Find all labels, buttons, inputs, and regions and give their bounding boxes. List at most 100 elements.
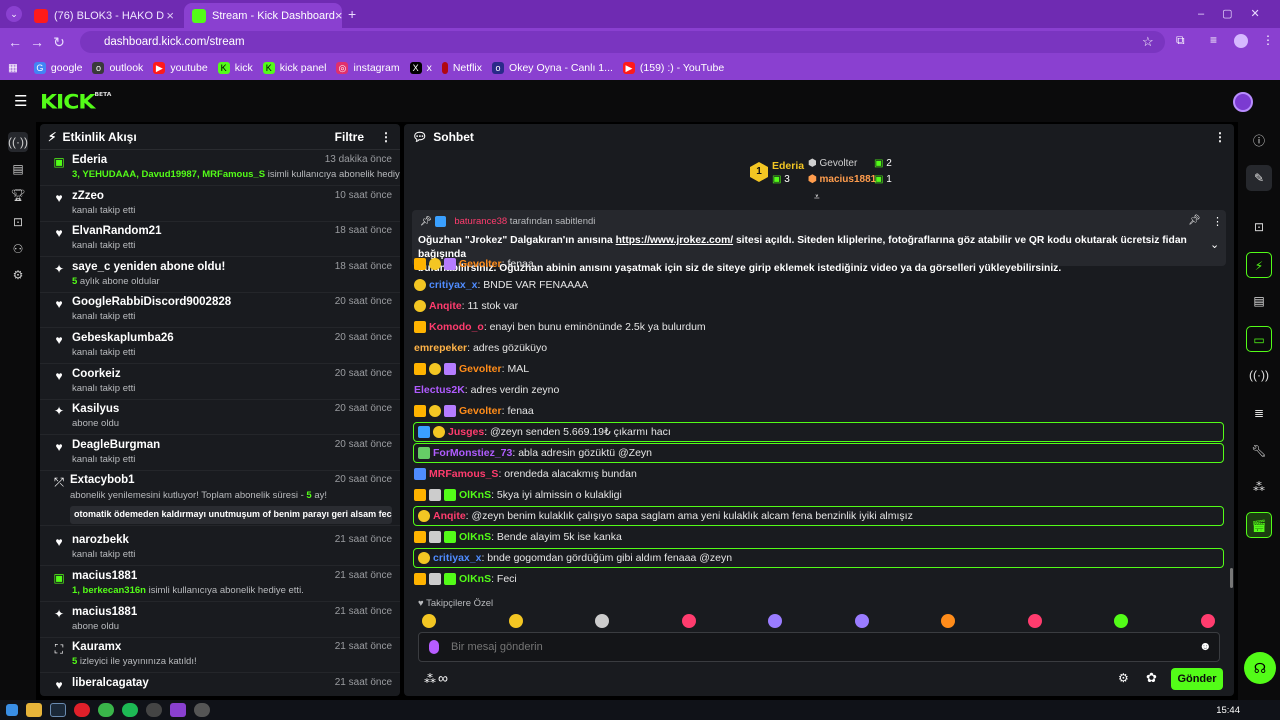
chat-toggle-icon[interactable]: ▭	[1246, 326, 1272, 352]
close-tab-icon[interactable]: ×	[166, 8, 174, 23]
back-icon[interactable]: ←	[4, 34, 26, 50]
browser-tab-youtube[interactable]: (76) BLOK3 - HAKO DIYORLAR | ×	[26, 3, 182, 28]
chat-username[interactable]: OlKnS	[459, 573, 491, 585]
community-icon[interactable]: ⚇	[8, 239, 28, 259]
event-user[interactable]: GoogleRabbiDiscord9002828	[72, 296, 231, 308]
extensions-icon[interactable]: ⧉	[1176, 33, 1185, 48]
chrome-active-icon[interactable]	[170, 703, 186, 717]
chat-message[interactable]: MRFamous_S: orendeda alacakmış bundan	[414, 464, 637, 484]
activity-event[interactable]: ✦ saye_c yeniden abone oldu! 18 saat önce 5…	[40, 257, 400, 293]
emote-icon[interactable]	[1200, 614, 1215, 628]
leader-1-name[interactable]: Ederia	[772, 160, 804, 172]
broadcast-icon[interactable]: ((·))	[1246, 362, 1272, 388]
event-user[interactable]: zZzeo	[72, 190, 104, 202]
chat-username[interactable]: critiyax_x	[433, 552, 481, 564]
chat-username[interactable]: MRFamous_S	[429, 468, 498, 480]
tools-icon[interactable]: 🔧︎	[1246, 438, 1272, 464]
chat-message[interactable]: Komodo_o: enayi ben bunu eminönünde 2.5k…	[414, 317, 706, 337]
more-options-icon[interactable]: ⋮	[380, 130, 392, 144]
event-user[interactable]: liberalcagatay	[72, 677, 149, 689]
close-tab-icon[interactable]: ×	[335, 8, 342, 23]
bookmark-google[interactable]: Ggoogle	[33, 62, 82, 74]
chat-message-input[interactable]	[451, 639, 1191, 655]
bookmark-x[interactable]: Xx	[409, 62, 432, 74]
windows-start-icon[interactable]	[6, 704, 18, 716]
bookmark-outlook[interactable]: o outlook	[92, 62, 143, 74]
bookmark-youtube-2[interactable]: ▶ (159) :) - YouTube	[622, 62, 724, 74]
activity-event[interactable]: ✦ macius1881 21 saat önce abone oldu	[40, 602, 400, 638]
kick-logo[interactable]: KICKBETA	[40, 91, 111, 114]
emote-icon[interactable]	[508, 614, 523, 628]
chat-message[interactable]: Electus2K: adres verdin zeyno	[414, 380, 559, 400]
chat-username[interactable]: Gevolter	[459, 258, 502, 270]
chat-username[interactable]: Electus2K	[414, 384, 465, 396]
chat-username[interactable]: ForMonstiez_73	[433, 447, 512, 459]
resub-event[interactable]: ⤱ Extacybob1 20 saat önce abonelik yenileme…	[40, 470, 400, 527]
edit-icon[interactable]: ✎	[1246, 165, 1272, 191]
chat-scrollbar[interactable]	[1230, 568, 1233, 588]
activity-event[interactable]: ♥ Gebeskaplumba26 20 saat önce kanalı takip…	[40, 328, 400, 364]
chat-message[interactable]: Anqite: @zeyn benim kulaklık çalışıyo sa…	[413, 506, 1224, 526]
chat-message[interactable]: OlKnS: Bende alayim 5k ise kanka	[414, 527, 622, 547]
chat-username[interactable]: Komodo_o	[429, 321, 484, 333]
chat-message[interactable]: Gevolter: fenaa	[414, 254, 534, 274]
chat-message[interactable]: OlKnS: Feci	[414, 569, 517, 589]
event-user[interactable]: DeagleBurgman	[72, 439, 160, 451]
moderation-icon[interactable]: ⊡	[8, 212, 28, 232]
chat-options-icon[interactable]: ⋮	[1214, 130, 1226, 144]
chat-message[interactable]: Gevolter: MAL	[414, 359, 529, 379]
obs-icon[interactable]	[146, 703, 162, 717]
bookmark-instagram[interactable]: ◎ instagram	[336, 62, 400, 74]
pinned-link[interactable]: https://www.jrokez.com/	[616, 235, 733, 246]
media-icon[interactable]: ≡	[1210, 33, 1217, 47]
event-user[interactable]: Kasilyus	[72, 403, 119, 415]
url-field[interactable]: dashboard.kick.com/stream	[80, 31, 1165, 53]
chat-username[interactable]: OlKnS	[459, 489, 491, 501]
activity-event[interactable]: ▣ macius1881 21 saat önce 1, berkecan316n i…	[40, 566, 400, 602]
forward-icon[interactable]: →	[26, 34, 48, 50]
event-user[interactable]: macius1881	[72, 606, 137, 618]
emote-icon[interactable]	[854, 614, 869, 628]
reload-icon[interactable]: ↻	[48, 34, 70, 51]
channel-points-icon[interactable]: ⁂	[424, 672, 436, 686]
send-button[interactable]: Gönder	[1171, 668, 1223, 690]
chat-username[interactable]: Anqite	[433, 510, 466, 522]
clips-icon[interactable]: 🎬︎	[1246, 512, 1272, 538]
bookmark-kick-panel[interactable]: Kkick panel	[262, 62, 326, 74]
activity-event[interactable]: ♥ GoogleRabbiDiscord9002828 20 saat önce ka…	[40, 292, 400, 329]
activity-event[interactable]: ⛶ Kauramx 21 saat önce 5 izleyici ile yayın…	[40, 637, 400, 674]
emote-icon[interactable]	[941, 614, 955, 628]
emote-icon[interactable]	[768, 614, 782, 628]
pinner-name[interactable]: baturance38	[454, 216, 507, 227]
chat-username[interactable]: OlKnS	[459, 531, 491, 543]
chat-settings-icon[interactable]: ⚙	[1118, 671, 1129, 685]
hamburger-menu-icon[interactable]: ☰	[14, 92, 27, 110]
activity-event[interactable]: ♥ liberalcagatay 21 saat önce	[40, 673, 400, 696]
info-icon[interactable]: ⓘ	[1246, 128, 1272, 154]
chat-message[interactable]: emrepeker: adres gözüküyo	[414, 338, 547, 358]
bookmark-netflix[interactable]: Netflix	[441, 62, 482, 74]
steam-icon[interactable]	[50, 703, 66, 717]
clock-app-icon[interactable]	[194, 703, 210, 717]
stack-icon[interactable]: ≣	[1246, 400, 1272, 426]
chat-message[interactable]: critiyax_x: BNDE VAR FENAAAA	[414, 275, 588, 295]
broadcast-icon[interactable]: ((·))	[8, 132, 28, 152]
chat-input-box[interactable]: ☻	[418, 632, 1220, 662]
bookmark-star-icon[interactable]: ☆	[1142, 34, 1154, 50]
chat-username[interactable]: Jusges	[448, 426, 484, 438]
event-user[interactable]: Gebeskaplumba26	[72, 332, 174, 344]
settings-icon[interactable]: ⚙	[8, 265, 28, 285]
activity-event[interactable]: ♥ zZzeo 10 saat önce kanalı takip etti	[40, 186, 400, 222]
new-tab-button[interactable]: +	[348, 6, 356, 22]
bookmark-kick[interactable]: Kkick	[217, 62, 253, 74]
leader-2-name[interactable]: ⬢ Gevolter	[808, 158, 857, 169]
activity-event[interactable]: ♥ narozbekk 21 saat önce kanalı takip etti	[40, 530, 400, 567]
chat-message[interactable]: Anqite: 11 stok var	[414, 296, 518, 316]
emoji-icon[interactable]: ☻	[1199, 639, 1212, 653]
emote-icon[interactable]	[595, 614, 609, 628]
chat-message[interactable]: OlKnS: 5kya iyi almissin o kulakligi	[414, 485, 622, 505]
activity-event[interactable]: ♥ ElvanRandom21 18 saat önce kanalı takip e…	[40, 221, 400, 258]
event-user[interactable]: Kauramx	[72, 641, 121, 653]
file-explorer-icon[interactable]	[26, 703, 42, 717]
event-user[interactable]: ElvanRandom21	[72, 225, 161, 237]
